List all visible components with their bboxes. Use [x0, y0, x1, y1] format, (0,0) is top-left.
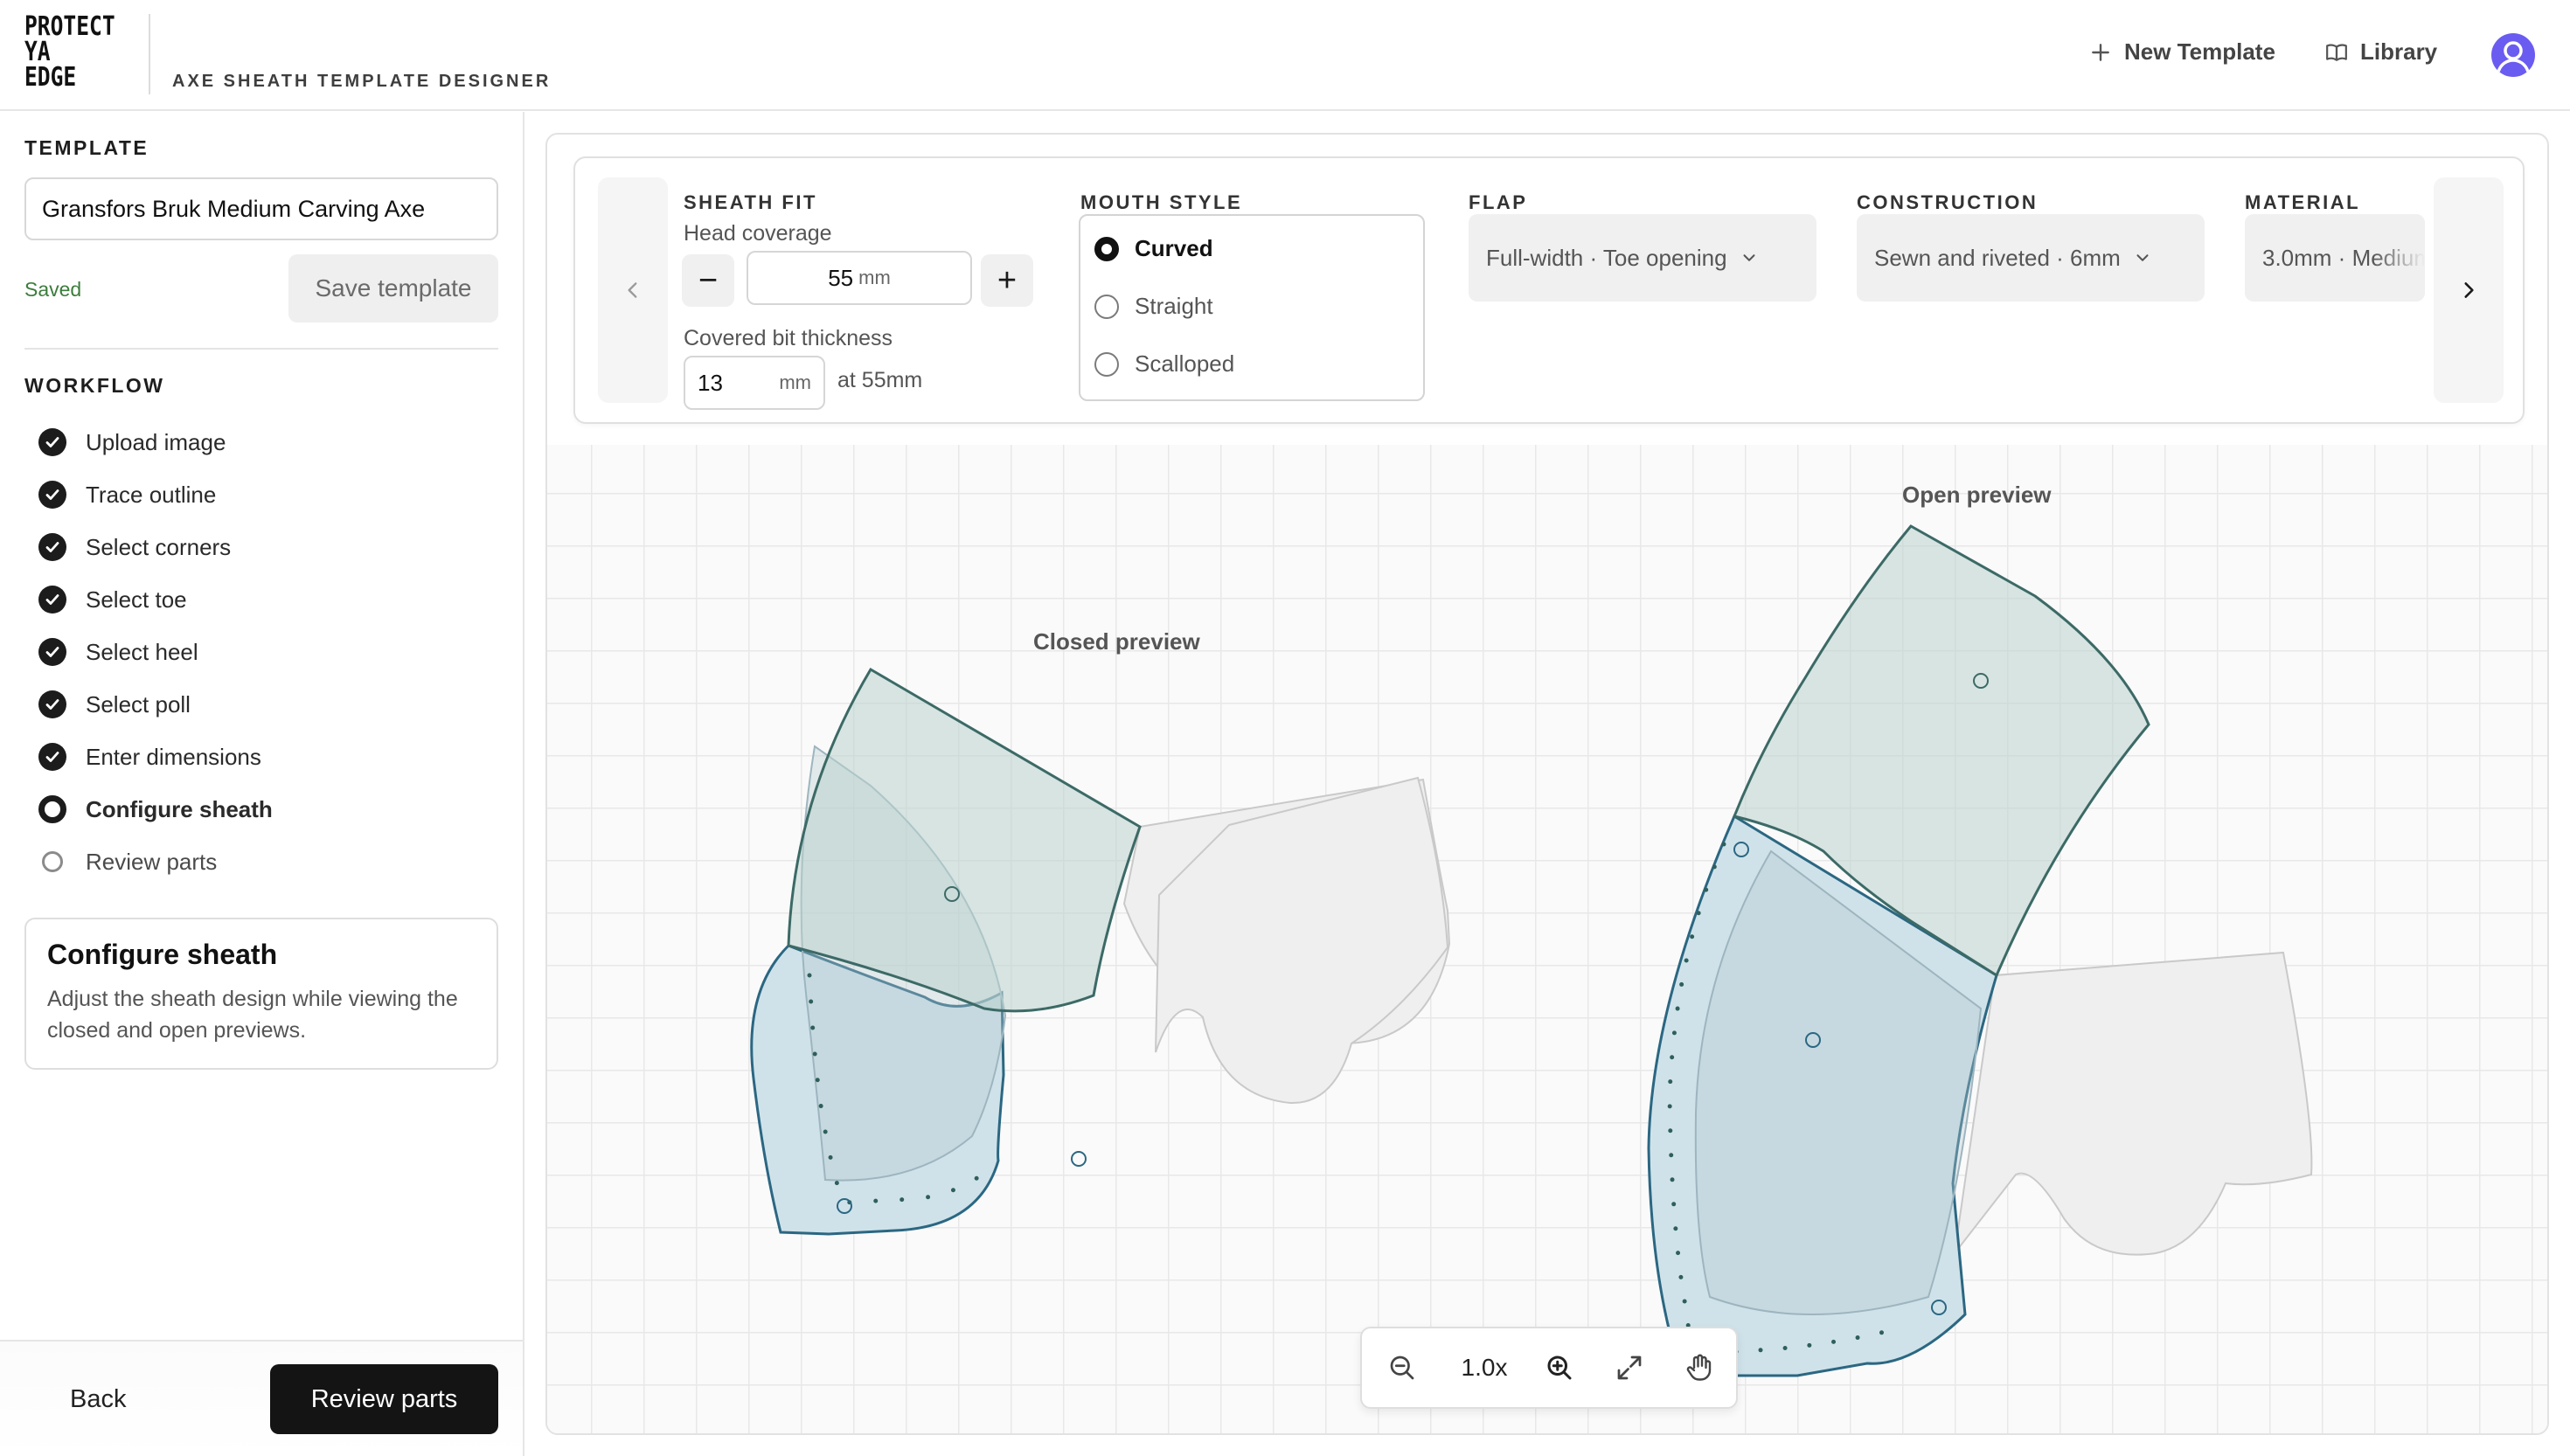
check-icon: [38, 743, 66, 771]
workflow-step-select-heel[interactable]: Select heel: [38, 634, 493, 669]
workflow-step-label: Configure sheath: [86, 795, 273, 822]
workflow-step-select-toe[interactable]: Select toe: [38, 582, 493, 617]
workflow-step-enter-dimensions[interactable]: Enter dimensions: [38, 739, 493, 774]
app-header: PROTECT YA EDGE AXE SHEATH TEMPLATE DESI…: [0, 0, 2570, 111]
fit-screen-button[interactable]: [1601, 1328, 1657, 1407]
logo-line: YA: [24, 37, 51, 67]
workflow-step-label: Select heel: [86, 638, 198, 665]
logo-line: PROTECT: [24, 11, 115, 42]
workflow-step-trace-outline[interactable]: Trace outline: [38, 477, 493, 512]
designer-panel: SHEATH FIT Head coverage − 55 mm + Cover…: [545, 133, 2549, 1435]
template-name-input[interactable]: Gransfors Bruk Medium Carving Axe: [24, 177, 498, 240]
workflow-step-label: Enter dimensions: [86, 743, 261, 770]
check-icon: [38, 481, 66, 509]
workflow-step-select-corners[interactable]: Select corners: [38, 530, 493, 565]
back-button[interactable]: Back: [70, 1385, 126, 1414]
review-parts-button[interactable]: Review parts: [270, 1364, 498, 1434]
check-icon: [38, 428, 66, 456]
check-icon: [38, 638, 66, 666]
sidebar: TEMPLATE Gransfors Bruk Medium Carving A…: [0, 112, 524, 1456]
new-template-button[interactable]: New Template: [2089, 38, 2275, 66]
app-subtitle: AXE SHEATH TEMPLATE DESIGNER: [172, 72, 552, 91]
user-avatar[interactable]: [2491, 33, 2535, 77]
zoom-in-button[interactable]: [1532, 1328, 1587, 1407]
logo-line: EDGE: [24, 62, 77, 93]
zoom-in-icon: [1547, 1355, 1572, 1380]
step-info-text: Adjust the sheath design while viewing t…: [47, 987, 458, 1043]
pending-step-icon: [42, 851, 63, 872]
zoom-out-button[interactable]: [1374, 1328, 1430, 1407]
zoom-level-text: 1.0x: [1461, 1354, 1508, 1381]
workflow-step-label: Select corners: [86, 533, 232, 560]
library-label: Library: [2360, 38, 2438, 65]
pan-tool-button[interactable]: [1671, 1328, 1727, 1407]
plus-icon: [2092, 43, 2109, 61]
check-icon: [38, 690, 66, 718]
sheath-preview-canvas[interactable]: [547, 135, 2549, 1435]
sidebar-divider: [24, 348, 498, 350]
save-status: Saved: [24, 278, 82, 301]
workflow-step-configure-sheath[interactable]: Configure sheath: [38, 792, 493, 827]
hand-pan-icon: [1686, 1354, 1712, 1381]
axe-head-shape: [1953, 951, 2313, 1257]
sidebar-footer: Back Review parts: [0, 1340, 523, 1456]
library-button[interactable]: Library: [2325, 38, 2437, 66]
workflow-step-select-poll[interactable]: Select poll: [38, 687, 493, 722]
workflow-step-review-parts[interactable]: Review parts: [38, 844, 493, 879]
flap-shape: [787, 667, 1142, 1013]
check-icon: [38, 586, 66, 614]
closed-preview: [750, 667, 1451, 1236]
fit-screen-icon: [1617, 1355, 1642, 1380]
new-template-label: New Template: [2124, 38, 2275, 65]
workflow-step-label: Upload image: [86, 428, 226, 455]
step-info-title: Configure sheath: [47, 939, 278, 970]
template-section-title: TEMPLATE: [24, 136, 149, 159]
workflow-step-upload-image[interactable]: Upload image: [38, 425, 493, 460]
user-avatar-icon: [2497, 41, 2530, 73]
workflow-step-label: Select toe: [86, 586, 187, 613]
current-step-icon: [38, 795, 66, 823]
header-divider: [149, 14, 150, 94]
open-preview: [1647, 524, 2313, 1377]
book-icon: [2326, 43, 2347, 61]
check-icon: [38, 533, 66, 561]
zoom-out-icon: [1390, 1355, 1414, 1380]
rivet-marker: [1071, 1151, 1087, 1167]
brand-logo[interactable]: PROTECT YA EDGE: [24, 11, 135, 93]
step-info-card: Configure sheath Adjust the sheath desig…: [24, 918, 498, 1070]
workflow-step-label: Review parts: [86, 848, 218, 875]
save-template-button[interactable]: Save template: [288, 254, 498, 322]
workflow-step-label: Select poll: [86, 690, 191, 718]
zoom-level: 1.0x: [1442, 1328, 1526, 1407]
workflow-section-title: WORKFLOW: [24, 374, 165, 397]
workflow-step-label: Trace outline: [86, 481, 217, 508]
zoom-controls: 1.0x: [1360, 1327, 1738, 1409]
